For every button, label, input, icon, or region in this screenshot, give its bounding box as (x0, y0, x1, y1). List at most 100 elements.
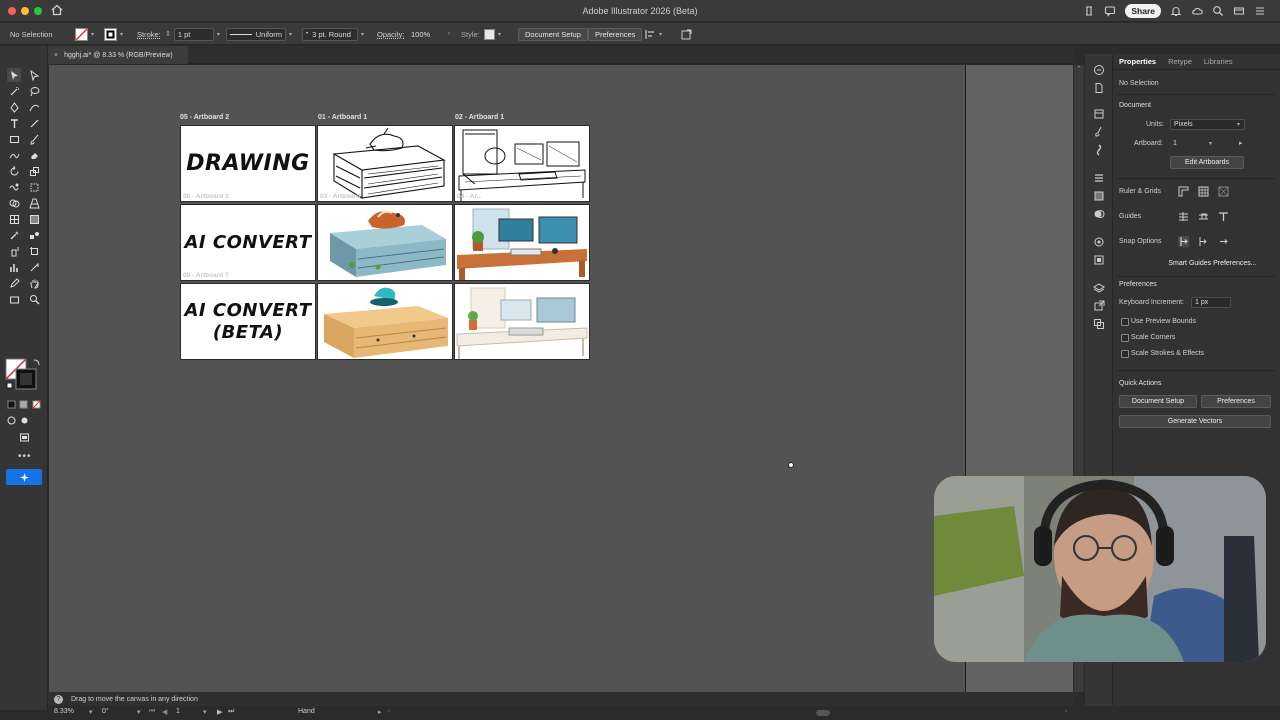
stroke-label[interactable]: Stroke: (137, 27, 161, 41)
blend-tool[interactable] (27, 228, 41, 242)
preferences-button[interactable]: Preferences (588, 27, 643, 41)
mesh-tool[interactable] (7, 212, 21, 226)
panel-options-icon[interactable] (681, 29, 692, 40)
curvature-tool[interactable] (27, 100, 41, 114)
smart-guides-preferences-button[interactable]: Smart Guides Preferences... (1165, 257, 1260, 270)
generative-expand-icon[interactable] (1093, 64, 1105, 76)
next-artboard-icon[interactable]: ▸ (1239, 139, 1243, 147)
scroll-up-icon[interactable]: ⌃ (1076, 65, 1082, 73)
lock-guides-icon[interactable] (1198, 211, 1209, 222)
snap-to-glyph-icon[interactable] (1218, 236, 1229, 247)
tab-retype[interactable]: Retype (1168, 57, 1192, 66)
stroke-dropdown-icon[interactable]: ▾ (120, 31, 123, 38)
help-icon[interactable]: ? (54, 694, 63, 704)
libraries-icon[interactable] (1093, 108, 1105, 120)
column-graph-tool[interactable] (7, 260, 21, 274)
horizontal-scroll-thumb[interactable] (816, 710, 830, 716)
scale-tool[interactable] (27, 164, 41, 178)
artboard-ai-convert-title[interactable]: AI CONVERT 09 - Artboard 7 (180, 204, 316, 281)
lasso-tool[interactable] (27, 84, 41, 98)
graphic-style-swatch[interactable] (484, 28, 495, 40)
direct-selection-tool[interactable] (27, 68, 41, 82)
screen-mode-button[interactable] (17, 430, 31, 444)
artboard-desk-converted[interactable] (454, 204, 590, 281)
fill-swatch-icon[interactable] (75, 27, 88, 41)
artboard-select[interactable]: 1 ▾ (1170, 138, 1216, 149)
use-preview-bounds-checkbox[interactable] (1121, 318, 1129, 326)
artboard-label[interactable]: 02 - Artboard 1 (455, 114, 504, 121)
magic-wand-tool[interactable] (7, 84, 21, 98)
symbol-sprayer-tool[interactable] (7, 244, 21, 258)
comments-icon[interactable] (1104, 5, 1116, 17)
drawing-mode-button[interactable] (4, 413, 18, 427)
stroke-swatch-icon[interactable] (104, 27, 117, 41)
perspective-grid-tool[interactable] (27, 196, 41, 210)
gradient-panel-icon[interactable] (1093, 190, 1105, 202)
zoom-tool[interactable] (27, 292, 41, 306)
ruler-icon[interactable] (1178, 186, 1189, 197)
rectangle-tool[interactable] (7, 132, 21, 146)
draw-behind-button[interactable] (17, 413, 31, 427)
selection-tool[interactable] (7, 68, 21, 82)
workspace-switcher-icon[interactable] (1233, 5, 1245, 17)
opacity-label[interactable]: Opacity: (377, 27, 405, 41)
transparency-grid-icon[interactable] (1218, 186, 1229, 197)
brush-dropdown-icon[interactable]: ▾ (361, 31, 364, 38)
scroll-right-icon[interactable]: › (1065, 708, 1067, 715)
smart-guides-icon[interactable] (1218, 211, 1229, 222)
print-tiling-tool[interactable] (7, 292, 21, 306)
learn-icon[interactable] (1083, 5, 1095, 17)
artboard-dresser-beta[interactable] (317, 283, 453, 360)
opacity-expand-icon[interactable]: › (448, 31, 450, 37)
snap-to-pixel-icon[interactable] (1198, 236, 1209, 247)
stroke-weight-input[interactable]: 1 pt (173, 27, 214, 41)
line-segment-tool[interactable] (27, 116, 41, 130)
layers-icon[interactable] (1093, 282, 1105, 294)
previous-artboard-icon[interactable]: ◀ (162, 708, 167, 716)
document-tab[interactable]: × hgghj.ai* @ 8.33 % (RGB/Preview) (48, 46, 188, 64)
hand-tool[interactable] (27, 276, 41, 290)
units-select[interactable]: Pixels ▾ (1170, 119, 1245, 130)
opacity-input[interactable]: 100% (408, 28, 442, 41)
stroke-profile-dropdown-icon[interactable]: ▾ (289, 31, 292, 38)
rotate-tool[interactable] (7, 164, 21, 178)
shape-builder-tool[interactable] (7, 196, 21, 210)
align-dropdown-icon[interactable]: ▾ (659, 31, 662, 38)
artboard-dresser-converted[interactable] (317, 204, 453, 281)
rotation-value[interactable]: 0° (102, 708, 109, 715)
align-icon[interactable] (645, 29, 656, 40)
artboard-label[interactable]: 01 - Artboard 1 (318, 114, 367, 121)
gradient-mode-button[interactable] (16, 397, 30, 411)
scroll-left-icon[interactable]: ‹ (388, 708, 390, 715)
next-artboard-icon[interactable]: ▶ (217, 708, 222, 716)
transparency-icon[interactable] (1093, 208, 1105, 220)
generative-tool-button[interactable] (6, 469, 42, 485)
share-button[interactable]: Share (1125, 4, 1161, 18)
zoom-level[interactable]: 8.33% (54, 708, 74, 715)
scale-strokes-checkbox[interactable] (1121, 350, 1129, 358)
last-artboard-icon[interactable]: ⏭ (228, 708, 234, 716)
artboard-desk-beta[interactable] (454, 283, 590, 360)
search-icon[interactable] (1212, 5, 1224, 17)
artboard-desk-sketch[interactable]: 04 - Ar... (454, 125, 590, 202)
stroke-panel-icon[interactable] (1093, 172, 1105, 184)
scale-corners-checkbox[interactable] (1121, 334, 1129, 342)
warp-tool[interactable] (7, 180, 21, 194)
artboard-navigation[interactable]: 1 (176, 708, 180, 715)
zoom-dropdown-icon[interactable]: ▾ (89, 708, 93, 716)
artboard-tool[interactable] (27, 244, 41, 258)
artboard-drawing-title[interactable]: DRAWING 06 - Artboard 3 (180, 125, 316, 202)
style-dropdown-icon[interactable]: ▾ (498, 31, 501, 38)
edit-toolbar-button[interactable]: ••• (18, 451, 32, 462)
artboard-dresser-sketch[interactable]: 03 - Artboard (317, 125, 453, 202)
stroke-stepper-icon[interactable]: ⇕ (165, 30, 171, 38)
artboard-nav-dropdown-icon[interactable]: ▾ (203, 708, 207, 716)
document-setup-button[interactable]: Document Setup (1119, 395, 1197, 408)
canvas[interactable]: 05 - Artboard 2 01 - Artboard 1 02 - Art… (49, 65, 965, 692)
eraser-tool[interactable] (27, 148, 41, 162)
slice-tool[interactable] (27, 260, 41, 274)
brushes-icon[interactable] (1093, 126, 1105, 138)
rotation-dropdown-icon[interactable]: ▾ (137, 708, 141, 716)
free-transform-tool[interactable] (27, 180, 41, 194)
stroke-weight-dropdown-icon[interactable]: ▾ (217, 31, 220, 38)
